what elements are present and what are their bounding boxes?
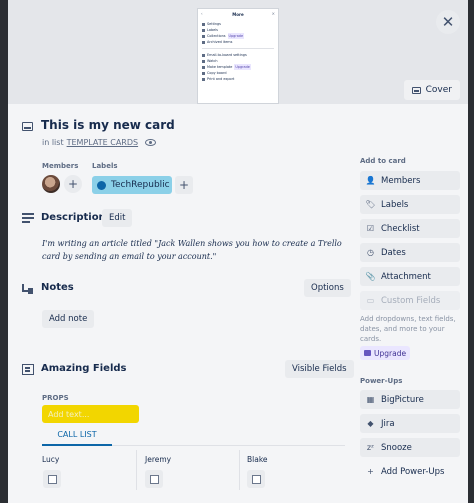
divider [202,48,274,49]
close-icon: × [271,11,275,16]
cover-button[interactable]: Cover [403,80,460,100]
sidebar-dates-button[interactable]: ◷ Dates [360,243,460,262]
column-divider [239,450,240,490]
cover-menu-list: Settings Labels Collections Upgrade Archi… [198,21,278,82]
sidebar-button-label: Members [381,175,421,186]
sidebar-checklist-button[interactable]: ☑ Checklist [360,219,460,238]
power-up-snooze-button[interactable]: zᶻ Snooze [360,438,460,457]
notes-options-button[interactable]: Options [304,279,351,297]
plus-icon: + [178,178,190,192]
cover-menu-title: More [232,12,244,17]
snooze-icon: zᶻ [366,443,375,452]
cover-menu-item: Archived items [202,39,274,45]
notes-title: Notes [41,282,74,293]
members-label: Members [42,162,79,170]
upgrade-label: Upgrade [374,348,407,358]
props-text-input[interactable]: Add text... [42,405,139,423]
paperclip-icon: 📎 [365,272,376,281]
amazing-fields-title: Amazing Fields [41,363,127,374]
avatar[interactable] [42,175,60,193]
edit-description-button[interactable]: Edit [102,209,133,227]
page-backdrop-right [468,0,474,503]
jira-icon: ◆ [367,419,374,428]
add-power-ups-button[interactable]: + Add Power-Ups [360,462,460,481]
card-cover: ‹ × More Settings Labels Collections Upgr… [8,0,468,104]
power-up-jira-button[interactable]: ◆ Jira [360,414,460,433]
person-icon: 👤 [365,176,376,185]
sidebar-attachment-button[interactable]: 📎 Attachment [360,267,460,286]
visible-fields-button[interactable]: Visible Fields [285,360,354,378]
clock-icon: ◷ [367,248,374,257]
label-chip[interactable]: TechRepublic [92,176,172,194]
back-icon: ‹ [201,11,203,16]
card-icon [22,122,33,131]
page-backdrop-left [0,0,8,503]
lucy-checkbox[interactable] [43,470,61,488]
upgrade-badge: Upgrade [234,64,251,70]
tag-icon: 🏷 [365,200,376,209]
add-member-button[interactable]: + [64,175,82,193]
sidebar-button-label: Attachment [381,271,431,282]
sidebar-members-button[interactable]: 👤 Members [360,171,460,190]
power-up-label: Jira [381,418,395,429]
custom-fields-note: Add dropdowns, text fields, dates, and m… [360,315,456,343]
add-note-button[interactable]: Add note [42,310,95,328]
sidebar-button-label: Custom Fields [381,295,441,306]
props-label: PROPS [42,394,69,402]
label-chip-text: TechRepublic [111,180,170,190]
description-icon [22,213,34,223]
custom-fields-icon: ▭ [366,296,375,305]
jeremy-checkbox[interactable] [145,470,163,488]
sidebar-button-label: Labels [381,199,409,210]
in-list-line: in list TEMPLATE CARDS [42,138,157,147]
amazing-fields-icon [22,364,34,375]
notes-icon [22,284,34,295]
sidebar-labels-button[interactable]: 🏷 Labels [360,195,460,214]
power-up-label: BigPicture [381,394,424,405]
description-text[interactable]: I'm writing an article titled "Jack Wall… [42,237,352,263]
sidebar-button-label: Checklist [381,223,420,234]
column-header-lucy: Lucy [42,455,60,464]
description-title: Description [41,212,106,223]
blake-checkbox[interactable] [247,470,265,488]
label-dot-icon [97,180,106,190]
upgrade-icon [364,350,371,356]
column-divider [136,450,137,490]
labels-label: Labels [92,162,118,170]
bigpicture-icon: ▦ [366,395,375,404]
power-ups-label: Power-Ups [360,377,403,385]
checklist-icon: ☑ [366,224,375,233]
cover-button-label: Cover [425,85,452,95]
in-list-prefix: in list [42,138,64,147]
plus-icon: + [367,467,374,476]
card-title[interactable]: This is my new card [41,118,175,132]
column-header-blake: Blake [247,455,268,464]
close-icon: ✕ [441,13,455,31]
fields-tab-strip: CALL LIST [42,430,345,446]
tab-call-list[interactable]: CALL LIST [42,430,112,446]
close-modal-button[interactable]: ✕ [436,10,460,34]
add-label-button[interactable]: + [175,176,193,194]
sidebar-custom-fields-button[interactable]: ▭ Custom Fields [360,291,460,310]
plus-icon: + [67,177,79,191]
cover-menu-item: Print and export [202,76,274,82]
upgrade-button[interactable]: Upgrade [360,346,411,360]
add-to-card-label: Add to card [360,157,406,165]
sidebar-button-label: Dates [381,247,406,258]
list-name-link[interactable]: TEMPLATE CARDS [67,138,139,147]
cover-icon [411,86,421,94]
column-header-jeremy: Jeremy [145,455,172,464]
watch-eye-icon[interactable] [145,139,157,146]
cover-image: ‹ × More Settings Labels Collections Upgr… [197,8,279,104]
add-power-ups-label: Add Power-Ups [381,466,445,477]
power-up-label: Snooze [381,442,412,453]
power-up-bigpicture-button[interactable]: ▦ BigPicture [360,390,460,409]
card-detail-modal: ‹ × More Settings Labels Collections Upgr… [8,0,468,503]
